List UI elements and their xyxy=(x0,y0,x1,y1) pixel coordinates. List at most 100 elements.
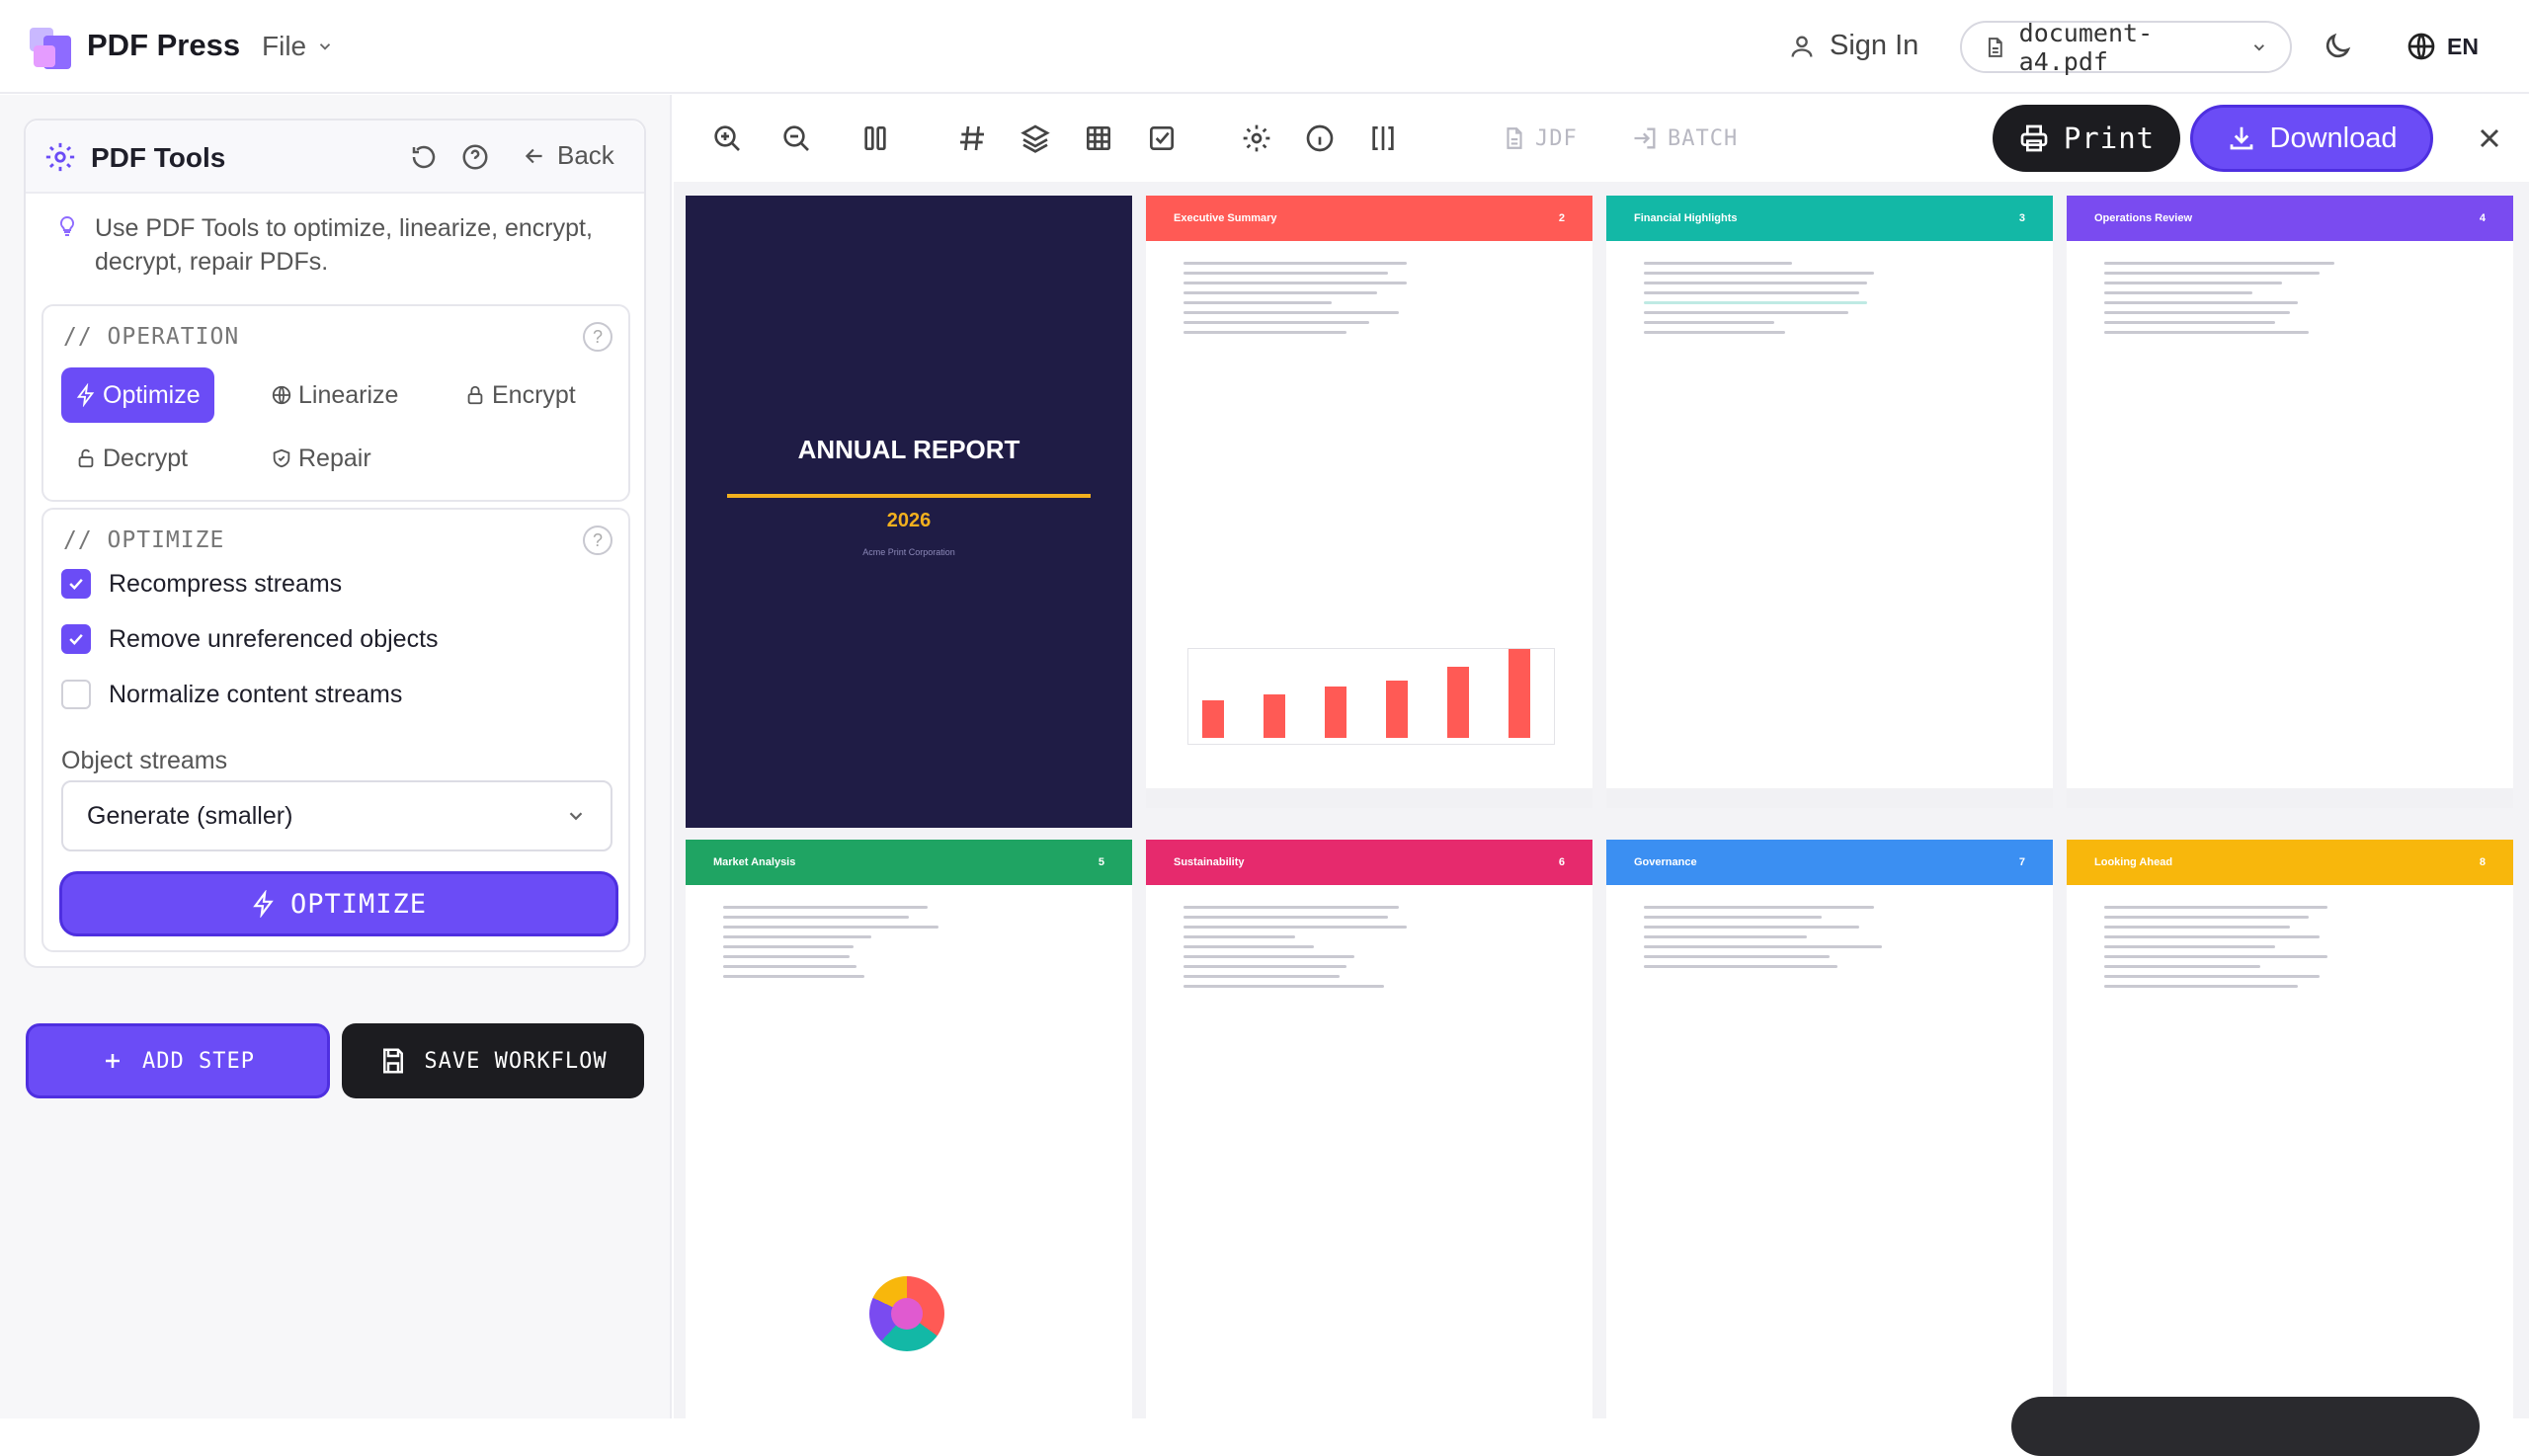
option-label: Recompress streams xyxy=(109,569,343,598)
page-text-lines xyxy=(2067,885,2513,1009)
page-thumbnail-3[interactable]: Financial Highlights 3 xyxy=(1606,196,2053,808)
batch-button[interactable]: BATCH xyxy=(1630,124,1738,152)
globe-icon xyxy=(2407,33,2435,60)
zoom-out-icon[interactable] xyxy=(780,122,812,154)
viewer-toolbar: JDF BATCH Print Download xyxy=(674,95,2529,182)
lightning-icon xyxy=(76,383,95,407)
close-icon[interactable] xyxy=(2474,122,2505,154)
jdf-label: JDF xyxy=(1535,125,1578,151)
page-thumbnail-5[interactable]: Market Analysis 5 xyxy=(686,840,1132,1418)
page-thumbnail-1[interactable]: ANNUAL REPORT 2026 Acme Print Corporatio… xyxy=(686,196,1132,828)
page-header-bar: Looking Ahead 8 xyxy=(2067,840,2513,885)
lock-icon xyxy=(467,385,483,405)
document-selector[interactable]: document-a4.pdf xyxy=(1960,19,2292,76)
optimize-run-button[interactable]: OPTIMIZE xyxy=(59,871,618,936)
add-step-button[interactable]: ADD STEP xyxy=(26,1023,330,1098)
download-button[interactable]: Download xyxy=(2190,105,2433,172)
arrow-left-icon xyxy=(525,148,542,163)
page-thumbnail-4[interactable]: Operations Review 4 xyxy=(2067,196,2513,808)
checkbox-icon[interactable] xyxy=(1146,122,1178,154)
page-header-bar: Market Analysis 5 xyxy=(686,840,1132,885)
help-icon[interactable] xyxy=(460,142,490,172)
option-remove-unreferenced-objects[interactable]: Remove unreferenced objects xyxy=(61,624,439,654)
download-icon xyxy=(2230,126,2252,150)
chevron-down-icon xyxy=(569,812,583,821)
save-workflow-button[interactable]: SAVE WORKFLOW xyxy=(342,1023,644,1098)
grid-icon[interactable] xyxy=(1083,122,1114,154)
chevron-down-icon xyxy=(2254,43,2265,51)
operation-help-icon[interactable]: ? xyxy=(583,322,612,352)
import-icon xyxy=(1634,127,1656,149)
back-button[interactable]: Back xyxy=(522,140,614,171)
page-text-lines xyxy=(1146,241,1592,355)
page-text-lines xyxy=(1146,885,1592,1009)
back-label: Back xyxy=(557,140,614,170)
print-button[interactable]: Print xyxy=(1993,105,2180,172)
optimize-run-label: OPTIMIZE xyxy=(289,888,428,920)
page-thumbnail-7[interactable]: Governance 7 xyxy=(1606,840,2053,1418)
dark-mode-icon[interactable] xyxy=(2322,31,2353,62)
option-recompress-streams[interactable]: Recompress streams xyxy=(61,569,342,599)
info-icon[interactable] xyxy=(1304,122,1336,154)
page-thumbnail-8[interactable]: Looking Ahead 8 xyxy=(2067,840,2513,1418)
operation-repair-label: Repair xyxy=(298,444,371,472)
reset-icon[interactable] xyxy=(409,142,439,172)
batch-label: BATCH xyxy=(1668,125,1739,151)
operation-repair-button[interactable]: Repair xyxy=(257,431,385,486)
option-normalize-content-streams[interactable]: Normalize content streams xyxy=(61,680,402,709)
page-number: 7 xyxy=(2018,856,2025,868)
operation-optimize-button[interactable]: Optimize xyxy=(61,367,214,423)
pdf-tools-panel: PDF Tools Back Use PDF Tools to optimize… xyxy=(24,119,646,968)
file-menu-label: File xyxy=(262,31,307,61)
page-footer xyxy=(1606,788,2053,808)
app-header: PDF Press File Sign In document-a4.pdf E… xyxy=(0,0,2529,94)
sign-in-label: Sign In xyxy=(1830,30,1919,61)
operation-decrypt-button[interactable]: Decrypt xyxy=(61,431,202,486)
tool-hint: Use PDF Tools to optimize, linearize, en… xyxy=(55,211,628,279)
cover-year: 2026 xyxy=(886,510,932,531)
layers-icon[interactable] xyxy=(1020,122,1051,154)
object-streams-select[interactable]: Generate (smaller) xyxy=(61,780,612,851)
user-icon xyxy=(1791,36,1813,57)
jdf-button[interactable]: JDF xyxy=(1502,124,1578,152)
page-title: Operations Review xyxy=(2094,212,2193,224)
printer-icon xyxy=(2020,124,2048,152)
cover-title: ANNUAL REPORT xyxy=(797,435,1020,464)
page-text-lines xyxy=(2067,241,2513,355)
optimize-help-icon[interactable]: ? xyxy=(583,526,612,555)
operation-label: // OPERATION xyxy=(63,324,240,350)
save-icon xyxy=(383,1048,404,1074)
operation-linearize-label: Linearize xyxy=(298,380,399,409)
page-header-bar: Financial Highlights 3 xyxy=(1606,196,2053,241)
page-footer xyxy=(2067,788,2513,808)
page-title: Market Analysis xyxy=(713,856,796,868)
checkbox-unchecked[interactable] xyxy=(61,680,91,709)
checkbox-checked[interactable] xyxy=(61,569,91,599)
sign-in-button[interactable]: Sign In xyxy=(1788,30,1918,62)
sidebar: PDF Tools Back Use PDF Tools to optimize… xyxy=(0,95,672,1418)
page-thumbnail-6[interactable]: Sustainability 6 xyxy=(1146,840,1592,1418)
file-menu[interactable]: File xyxy=(262,31,334,62)
page-chart xyxy=(1187,648,1555,745)
notification-toast xyxy=(2011,1397,2480,1456)
columns-icon[interactable] xyxy=(859,122,891,154)
compare-icon[interactable] xyxy=(1367,122,1399,154)
page-header-bar: Governance 7 xyxy=(1606,840,2053,885)
zoom-in-icon[interactable] xyxy=(711,122,743,154)
option-label: Normalize content streams xyxy=(109,680,403,708)
language-selector[interactable]: EN xyxy=(2406,31,2479,62)
operation-linearize-button[interactable]: Linearize xyxy=(257,367,412,423)
operation-encrypt-button[interactable]: Encrypt xyxy=(450,367,590,423)
download-label: Download xyxy=(2269,121,2398,154)
operation-decrypt-label: Decrypt xyxy=(103,444,189,472)
page-numbers-icon[interactable] xyxy=(956,122,988,154)
settings-icon[interactable] xyxy=(1241,122,1272,154)
checkbox-checked[interactable] xyxy=(61,624,91,654)
option-label: Remove unreferenced objects xyxy=(109,624,439,653)
page-header-bar: Sustainability 6 xyxy=(1146,840,1592,885)
unlock-icon xyxy=(78,448,94,468)
page-thumbnail-2[interactable]: Executive Summary 2 xyxy=(1146,196,1592,808)
check-icon xyxy=(69,633,83,645)
check-icon xyxy=(69,578,83,590)
page-number: 6 xyxy=(1558,856,1565,868)
